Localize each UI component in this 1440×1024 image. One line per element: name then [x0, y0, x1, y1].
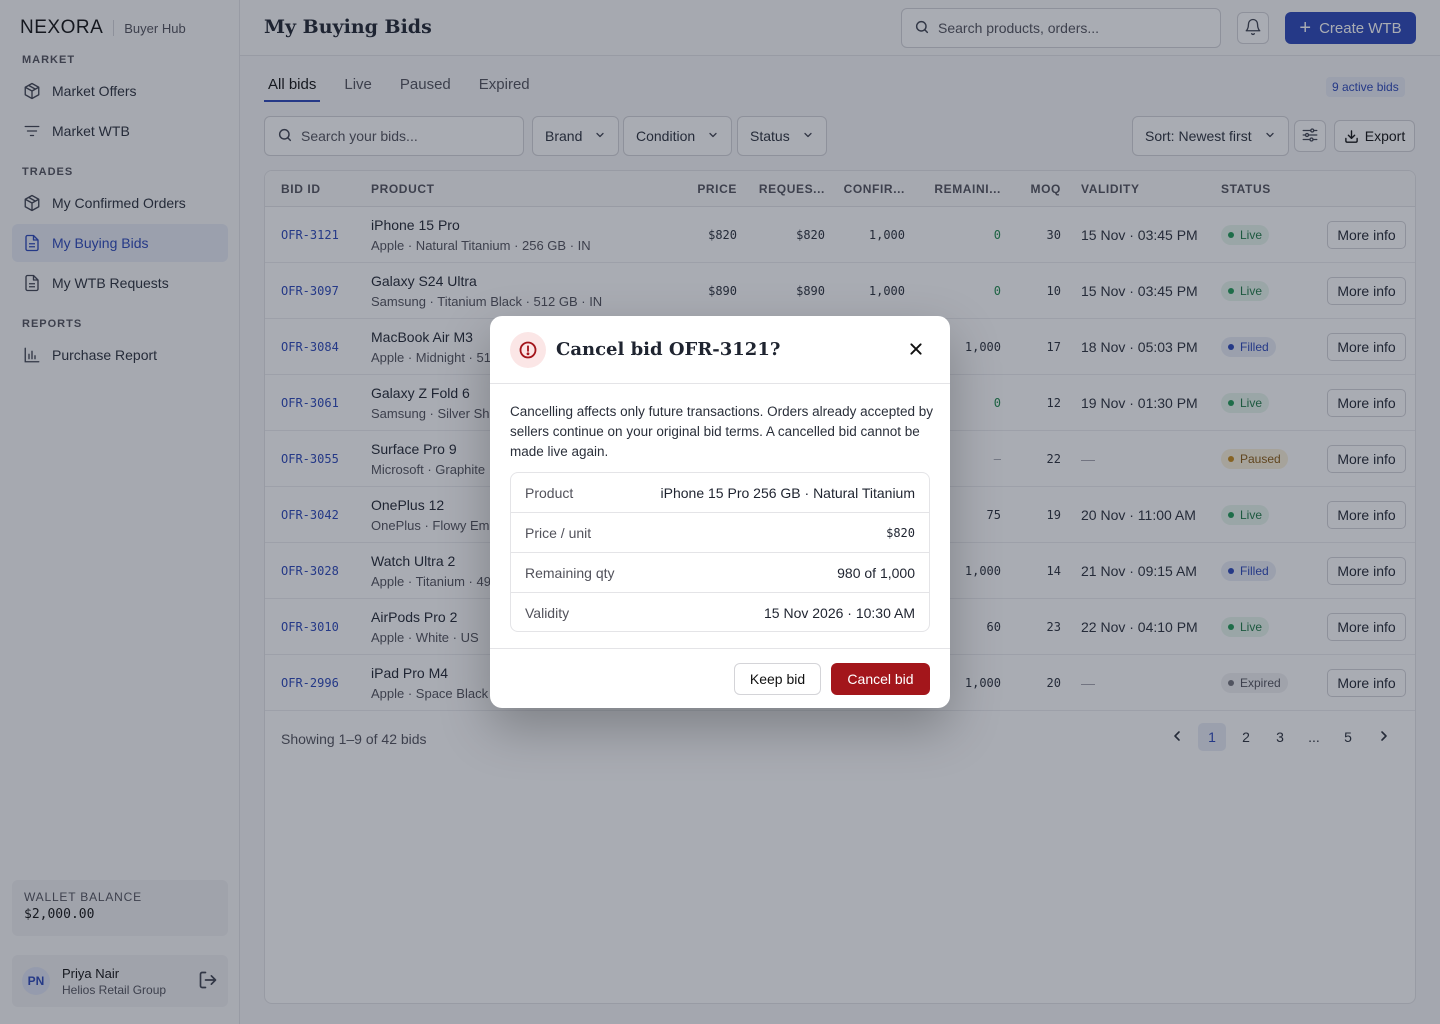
keep-bid-button[interactable]: Keep bid — [734, 663, 821, 695]
detail-value: 15 Nov 2026 · 10:30 AM — [764, 605, 915, 621]
detail-row-validity: Validity 15 Nov 2026 · 10:30 AM — [511, 593, 929, 631]
dialog-header: Cancel bid OFR-3121? — [490, 316, 950, 384]
close-icon — [908, 341, 924, 360]
detail-key: Remaining qty — [525, 564, 615, 581]
cancel-bid-button[interactable]: Cancel bid — [831, 663, 930, 695]
detail-value: 980 of 1,000 — [837, 564, 915, 581]
dialog-title: Cancel bid OFR-3121? — [556, 339, 781, 360]
detail-value: $820 — [886, 525, 915, 540]
dialog-footer: Keep bid Cancel bid — [490, 648, 950, 708]
dialog-description: Cancelling affects only future transacti… — [510, 404, 933, 459]
detail-key: Product — [525, 484, 574, 501]
detail-key: Validity — [525, 605, 570, 621]
detail-value: iPhone 15 Pro 256 GB · Natural Titanium — [660, 484, 915, 501]
bid-details: Product iPhone 15 Pro 256 GB · Natural T… — [510, 472, 930, 632]
detail-row-product: Product iPhone 15 Pro 256 GB · Natural T… — [511, 473, 929, 513]
close-dialog-button[interactable] — [904, 338, 928, 362]
cancel-bid-dialog: Cancel bid OFR-3121? Cancelling affects … — [490, 316, 950, 708]
detail-row-remaining: Remaining qty 980 of 1,000 — [511, 553, 929, 593]
detail-row-price: Price / unit $820 — [511, 513, 929, 553]
detail-key: Price / unit — [525, 524, 592, 541]
alert-circle-icon — [510, 332, 546, 368]
